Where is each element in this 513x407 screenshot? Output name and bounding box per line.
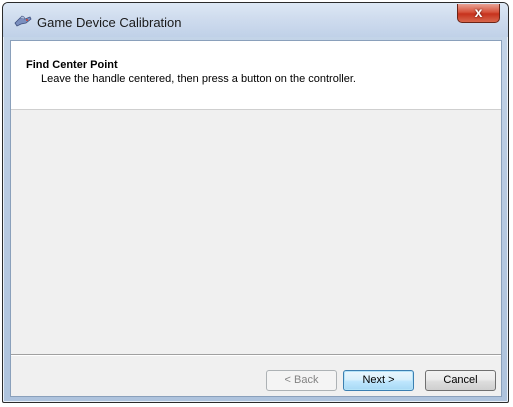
- close-button[interactable]: x: [457, 4, 500, 23]
- wizard-client-area: Find Center Point Leave the handle cente…: [10, 40, 502, 397]
- cancel-button[interactable]: Cancel: [425, 370, 496, 391]
- back-button[interactable]: < Back: [266, 370, 337, 391]
- wizard-content: [11, 110, 501, 353]
- footer-divider: [11, 354, 501, 356]
- calibration-window: Game Device Calibration x Find Center Po…: [2, 2, 509, 403]
- next-button[interactable]: Next >: [343, 370, 414, 391]
- window-title: Game Device Calibration: [37, 15, 182, 30]
- title-bar[interactable]: Game Device Calibration x: [3, 3, 508, 37]
- wizard-header: Find Center Point Leave the handle cente…: [11, 41, 501, 110]
- close-icon: x: [474, 4, 483, 20]
- game-controller-icon: [14, 15, 32, 29]
- step-instructions: Leave the handle centered, then press a …: [41, 73, 356, 85]
- step-title: Find Center Point: [26, 59, 118, 71]
- screen: Game Device Calibration x Find Center Po…: [0, 0, 513, 407]
